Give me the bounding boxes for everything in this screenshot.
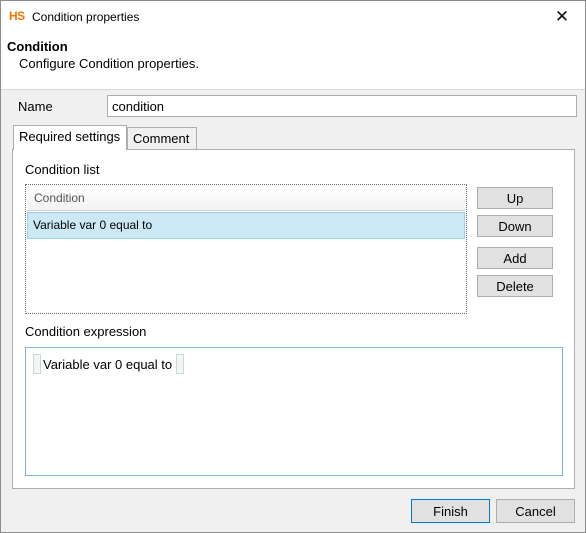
dialog-header: Condition Configure Condition properties…	[1, 32, 585, 90]
finish-button[interactable]: Finish	[411, 499, 490, 523]
condition-list[interactable]: Condition Variable var 0 equal to	[25, 184, 467, 314]
down-button[interactable]: Down	[477, 215, 553, 237]
condition-expression-editor[interactable]: Variable var 0 equal to	[25, 347, 563, 476]
expression-end-marker[interactable]	[176, 354, 185, 374]
condition-expression-label: Condition expression	[25, 324, 147, 339]
expression-token[interactable]: Variable var 0 equal to	[41, 357, 176, 372]
window-title: Condition properties	[32, 10, 140, 24]
name-input[interactable]: condition	[107, 95, 577, 117]
tab-required-settings[interactable]: Required settings	[13, 125, 127, 150]
list-item[interactable]: Variable var 0 equal to	[27, 212, 465, 239]
expression-content: Variable var 0 equal to	[33, 354, 185, 374]
cancel-button[interactable]: Cancel	[496, 499, 575, 523]
title-bar[interactable]: HS Condition properties ✕	[1, 1, 585, 32]
expression-start-marker[interactable]	[33, 354, 41, 374]
condition-list-label: Condition list	[25, 162, 100, 177]
delete-button[interactable]: Delete	[477, 275, 553, 297]
up-button[interactable]: Up	[477, 187, 553, 209]
condition-column-header[interactable]: Condition	[27, 186, 465, 211]
close-icon: ✕	[554, 6, 570, 26]
dialog-window: HS Condition properties ✕ Condition Conf…	[0, 0, 586, 533]
tab-comment[interactable]: Comment	[127, 127, 197, 149]
header-title: Condition	[7, 39, 68, 54]
close-button[interactable]: ✕	[539, 1, 585, 32]
name-label: Name	[18, 99, 53, 114]
add-button[interactable]: Add	[477, 247, 553, 269]
header-description: Configure Condition properties.	[19, 56, 199, 71]
app-logo-icon: HS	[9, 9, 25, 23]
